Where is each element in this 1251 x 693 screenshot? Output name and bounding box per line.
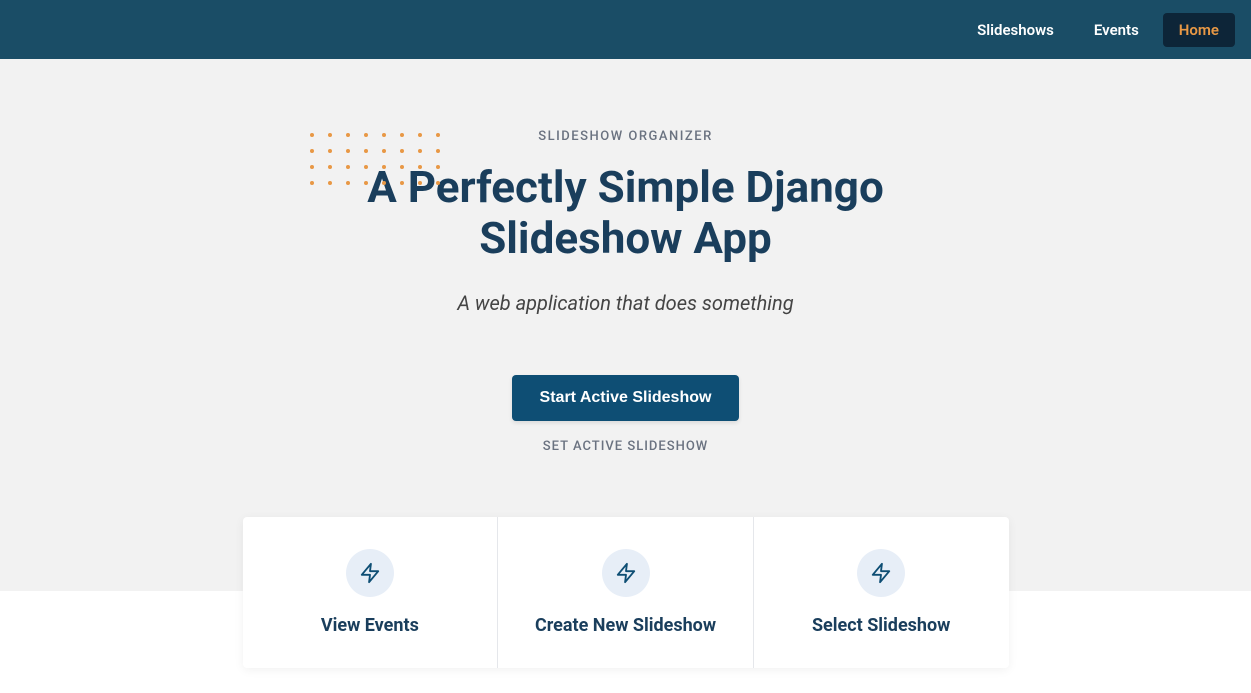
nav-link-home[interactable]: Home xyxy=(1163,13,1235,47)
headline-line-1: A Perfectly Simple Django xyxy=(367,161,884,213)
bolt-icon xyxy=(346,549,394,597)
decorative-dots xyxy=(310,133,440,185)
bolt-icon xyxy=(602,549,650,597)
navbar: Slideshows Events Home xyxy=(0,0,1251,59)
nav-link-events[interactable]: Events xyxy=(1078,13,1155,47)
headline-line-2: Slideshow App xyxy=(479,212,772,264)
card-create-slideshow[interactable]: Create New Slideshow xyxy=(498,517,754,668)
feature-cards: View Events Create New Slideshow Select … xyxy=(243,517,1009,668)
start-slideshow-button[interactable]: Start Active Slideshow xyxy=(512,375,740,421)
tagline: A web application that does something xyxy=(0,291,1251,315)
eyebrow-text: SLIDESHOW ORGANIZER xyxy=(0,129,1251,144)
card-select-slideshow[interactable]: Select Slideshow xyxy=(754,517,1009,668)
bolt-icon xyxy=(857,549,905,597)
nav-link-slideshows[interactable]: Slideshows xyxy=(961,13,1070,47)
card-title: View Events xyxy=(263,615,478,636)
hero-section: SLIDESHOW ORGANIZER A Perfectly Simple D… xyxy=(0,59,1251,454)
card-title: Create New Slideshow xyxy=(518,615,733,636)
hero-actions: Start Active Slideshow SET ACTIVE SLIDES… xyxy=(0,375,1251,454)
card-title: Select Slideshow xyxy=(774,615,989,636)
card-view-events[interactable]: View Events xyxy=(243,517,499,668)
headline: A Perfectly Simple Django Slideshow App xyxy=(0,162,1251,263)
set-active-slideshow-link[interactable]: SET ACTIVE SLIDESHOW xyxy=(543,439,709,454)
